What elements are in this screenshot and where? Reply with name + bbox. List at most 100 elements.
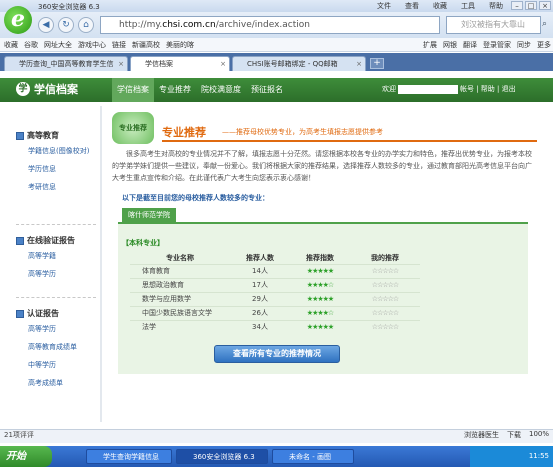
divider xyxy=(16,224,96,225)
my-rating-stars[interactable]: ☆☆☆☆☆ xyxy=(350,263,420,278)
taskbar-item[interactable]: 学生查询学籍信息 xyxy=(86,449,172,464)
fav-right-item[interactable]: 同步 xyxy=(517,40,531,50)
browser-doctor-button[interactable]: 浏览器医生 xyxy=(464,430,499,440)
page-title: 专业推荐 xyxy=(162,126,206,139)
search-input[interactable]: 刘汉被指有大靠山 xyxy=(446,16,541,34)
banner-image: 专业推荐 xyxy=(112,112,154,144)
favorites-bar: 收藏 谷歌 网址大全 游戏中心 链接 新疆高校 美丽的喀 扩展 网银 翻译 登录… xyxy=(0,38,553,52)
start-button[interactable]: 开始 xyxy=(0,446,52,467)
clock[interactable]: 11:55 xyxy=(529,452,549,460)
intro-text: 很多高考生对高校的专业情况并不了解，填报志愿十分茫然。请您根据本校各专业的办学实… xyxy=(112,150,532,182)
major-name: 思想政治教育 xyxy=(130,277,230,292)
tab-archive[interactable]: 学信档案 × xyxy=(130,56,230,71)
menu-file[interactable]: 文件 xyxy=(377,1,391,11)
account-links[interactable]: 帐号 | 帮助 | 退出 xyxy=(460,85,516,93)
site-logo-text: 学信档案 xyxy=(34,83,78,96)
fav-right-item[interactable]: 更多 xyxy=(537,40,551,50)
user-name xyxy=(398,84,458,94)
fav-item[interactable]: 链接 xyxy=(112,40,126,50)
site-nav: 学信档案 专业推荐 院校满意度 预征报名 xyxy=(112,78,288,102)
status-text[interactable]: 21项评评 xyxy=(4,430,34,440)
menu-favorites[interactable]: 收藏 xyxy=(433,1,447,11)
fav-item[interactable]: 网址大全 xyxy=(44,40,72,50)
search-icon[interactable]: ⌕ xyxy=(542,19,547,29)
menu-view[interactable]: 查看 xyxy=(405,1,419,11)
nav-major-recommend[interactable]: 专业推荐 xyxy=(154,78,196,102)
sidebar-item[interactable]: 高等学籍 xyxy=(16,251,96,261)
welcome-text: 欢迎 xyxy=(382,85,396,93)
divider xyxy=(100,106,102,422)
major-name: 体育教育 xyxy=(130,263,230,278)
fav-right-item[interactable]: 翻译 xyxy=(463,40,477,50)
recommend-stars: ★★★★☆ xyxy=(290,305,350,320)
sidebar-group-title: 认证报告 xyxy=(16,308,96,319)
sidebar: 高等教育 学籍信息(图像校对) 学历信息 考研信息 在线验证报告 高等学籍 高等… xyxy=(16,130,96,396)
tab-qq-mail[interactable]: CHSI账号邮箱绑定 - QQ邮箱 × xyxy=(232,56,366,71)
back-icon[interactable]: ◀ xyxy=(38,17,54,33)
maximize-icon[interactable]: □ xyxy=(525,1,537,10)
sidebar-item[interactable]: 学籍信息(图像校对) xyxy=(16,146,96,156)
close-tab-icon[interactable]: × xyxy=(356,57,362,71)
recommend-stars: ★★★★★ xyxy=(290,291,350,306)
fav-item[interactable]: 谷歌 xyxy=(24,40,38,50)
view-all-button[interactable]: 查看所有专业的推荐情况 xyxy=(214,345,340,363)
taskbar-item[interactable]: 360安全浏览器 6.3 xyxy=(176,449,268,464)
table-header-row: 专业名称 推荐人数 推荐指数 我的推荐 xyxy=(130,252,420,264)
zoom-level[interactable]: 100% xyxy=(529,430,549,440)
divider xyxy=(162,140,537,142)
fav-right-item[interactable]: 网银 xyxy=(443,40,457,50)
sidebar-group-title: 在线验证报告 xyxy=(16,235,96,246)
taskbar-item[interactable]: 未命名 - 画图 xyxy=(272,449,354,464)
menu-tools[interactable]: 工具 xyxy=(461,1,475,11)
sidebar-item[interactable]: 考研信息 xyxy=(16,182,96,192)
column-header: 推荐人数 xyxy=(246,253,274,262)
nav-archive[interactable]: 学信档案 xyxy=(112,78,154,102)
majors-table: 专业名称 推荐人数 推荐指数 我的推荐 体育教育 14人 ★★★★★ ☆☆☆☆☆… xyxy=(130,252,420,334)
nav-satisfaction[interactable]: 院校满意度 xyxy=(196,78,246,102)
table-row: 数学与应用数学 29人 ★★★★★ ☆☆☆☆☆ xyxy=(130,291,420,306)
fav-right-item[interactable]: 登录管家 xyxy=(483,40,511,50)
column-header: 我的推荐 xyxy=(371,253,399,262)
sidebar-item[interactable]: 高等学历 xyxy=(16,269,96,279)
site-logo-icon: 学 xyxy=(16,82,30,96)
my-rating-stars[interactable]: ☆☆☆☆☆ xyxy=(350,291,420,306)
sidebar-item[interactable]: 高等教育成绩单 xyxy=(16,342,96,352)
minimize-icon[interactable]: – xyxy=(511,1,523,10)
doc-icon xyxy=(16,236,24,245)
menu-help[interactable]: 帮助 xyxy=(489,1,503,11)
fav-right-item[interactable]: 扩展 xyxy=(423,40,437,50)
close-tab-icon[interactable]: × xyxy=(220,57,226,71)
status-tools: 浏览器医生 下载 100% xyxy=(464,430,549,440)
url-path: /archive/index.action xyxy=(215,20,310,30)
site-logo[interactable]: 学 学信档案 xyxy=(16,81,78,97)
my-rating-stars[interactable]: ☆☆☆☆☆ xyxy=(350,277,420,292)
my-rating-stars[interactable]: ☆☆☆☆☆ xyxy=(350,305,420,320)
close-tab-icon[interactable]: × xyxy=(118,57,124,71)
close-icon[interactable]: × xyxy=(539,1,551,10)
fav-item[interactable]: 新疆高校 xyxy=(132,40,160,50)
sidebar-item[interactable]: 学历信息 xyxy=(16,164,96,174)
fav-item[interactable]: 收藏 xyxy=(4,40,18,50)
sidebar-item[interactable]: 中等学历 xyxy=(16,360,96,370)
tab-chsi-query[interactable]: 学历查询_中国高等教育学生信 × xyxy=(4,56,128,71)
panel-label: 【本科专业】 xyxy=(122,239,164,247)
recommend-stars: ★★★★★ xyxy=(290,319,350,334)
url-host: chsi.com.cn xyxy=(162,20,216,30)
nav-enlistment[interactable]: 预征报名 xyxy=(246,78,288,102)
table-row: 体育教育 14人 ★★★★★ ☆☆☆☆☆ xyxy=(130,263,420,278)
fav-item[interactable]: 美丽的喀 xyxy=(166,40,194,50)
sidebar-item[interactable]: 高考成绩单 xyxy=(16,378,96,388)
fav-item[interactable]: 游戏中心 xyxy=(78,40,106,50)
window-controls: – □ × xyxy=(511,1,551,10)
address-bar[interactable]: http://my.chsi.com.cn/archive/index.acti… xyxy=(100,16,440,34)
my-rating-stars[interactable]: ☆☆☆☆☆ xyxy=(350,319,420,334)
list-heading: 以下是截至目前您的母校推荐人数较多的专业： xyxy=(122,194,269,202)
tab-school[interactable]: 喀什师范学院 xyxy=(122,208,176,222)
sidebar-item[interactable]: 高等学历 xyxy=(16,324,96,334)
url-prefix: http://my. xyxy=(119,20,163,30)
home-icon[interactable]: ⌂ xyxy=(78,17,94,33)
refresh-icon[interactable]: ↻ xyxy=(58,17,74,33)
tab-label: CHSI账号邮箱绑定 - QQ邮箱 xyxy=(247,60,338,68)
new-tab-button[interactable]: + xyxy=(370,58,384,69)
download-button[interactable]: 下载 xyxy=(507,430,521,440)
